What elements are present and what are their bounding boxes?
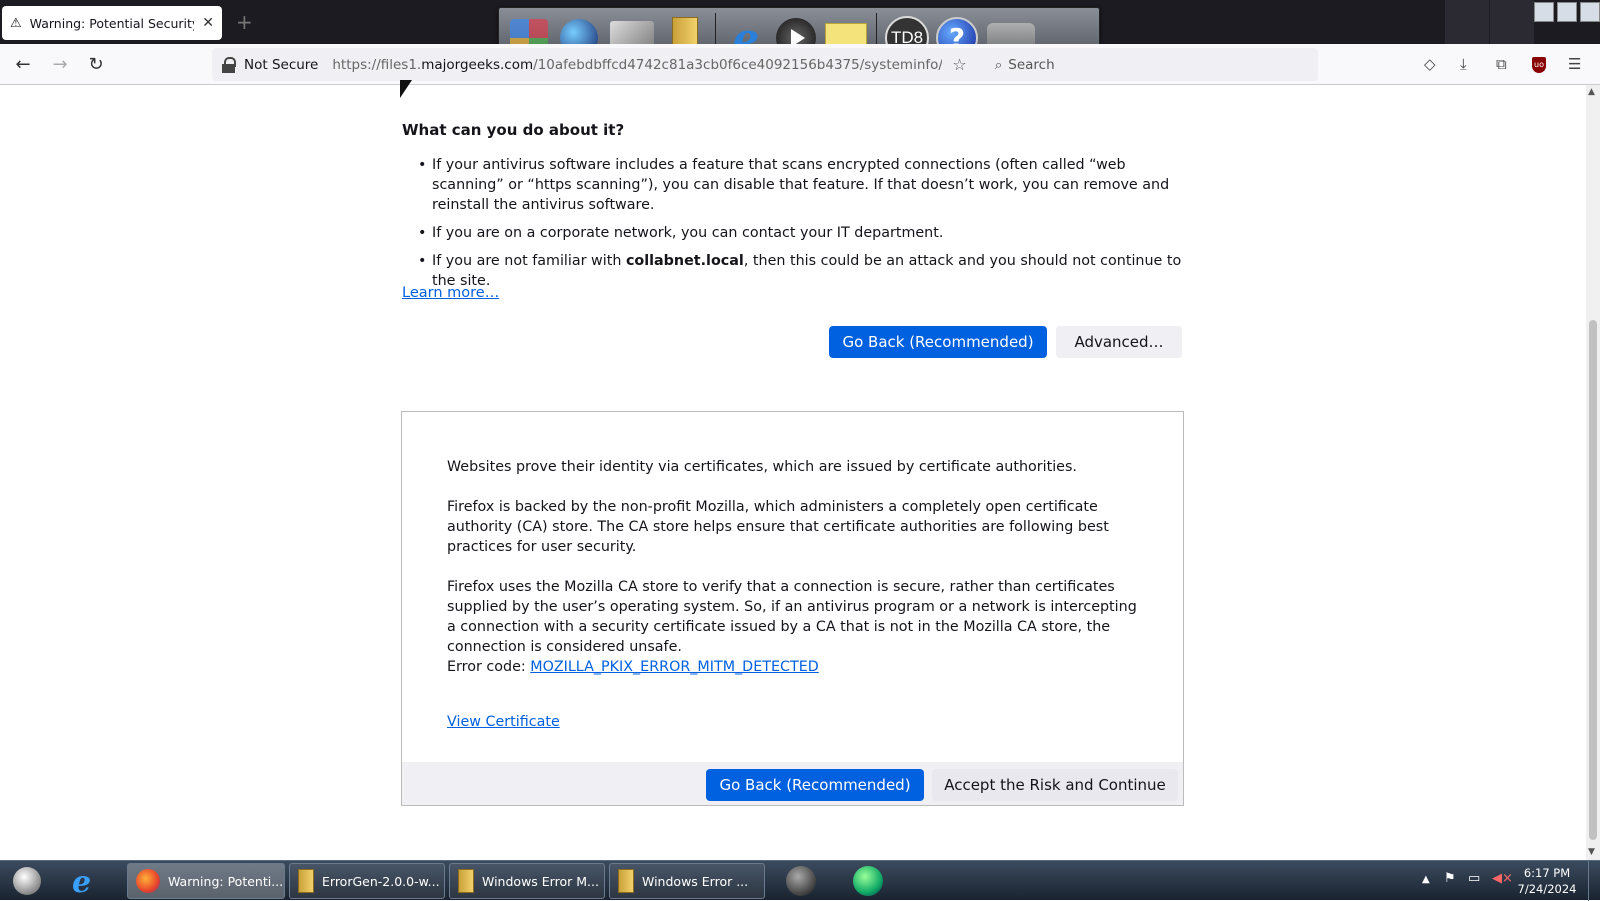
url-bar[interactable]: Not Secure https://files1.majorgeeks.com…: [212, 48, 1318, 81]
accept-risk-button[interactable]: Accept the Risk and Continue: [932, 769, 1178, 801]
tab-title: Warning: Potential Security Risk: [29, 15, 195, 31]
mouse-cursor-icon: [400, 80, 412, 98]
tab-overflow-area: [1445, 0, 1489, 44]
domain-name: collabnet.local: [625, 253, 744, 269]
page-scrollbar[interactable]: ▲ ▼: [1586, 85, 1600, 860]
window-controls: [1534, 2, 1600, 22]
forward-arrow-icon[interactable]: →: [47, 52, 73, 78]
show-desktop-button[interactable]: [1588, 861, 1600, 901]
taskbar-item-windows-error-2[interactable]: Windows Error ...: [609, 863, 765, 899]
error-code-link[interactable]: MOZILLA_PKIX_ERROR_MITM_DETECTED: [530, 659, 819, 675]
taskbar: e Warning: Potenti... ErrorGen-2.0.0-w..…: [0, 860, 1600, 901]
internet-explorer-taskbar-icon[interactable]: e: [72, 865, 91, 900]
download-icon[interactable]: ⤓: [1460, 55, 1467, 73]
green-globe-icon[interactable]: [853, 866, 883, 896]
advanced-paragraph: Websites prove their identity via certif…: [447, 459, 1077, 475]
scroll-down-icon[interactable]: ▼: [1588, 847, 1595, 857]
reload-icon[interactable]: ↻: [83, 52, 109, 78]
start-orb-icon: [13, 867, 41, 895]
view-certificate-link[interactable]: View Certificate: [447, 714, 560, 730]
system-clock[interactable]: 6:17 PM 7/24/2024: [1512, 865, 1582, 897]
minimize-icon[interactable]: [1534, 2, 1554, 22]
pocket-icon[interactable]: ◇: [1424, 55, 1436, 73]
tab-active[interactable]: ⚠ Warning: Potential Security Risk ✕: [2, 6, 222, 40]
search-placeholder: Search: [1008, 56, 1055, 73]
error-code-line: Error code: MOZILLA_PKIX_ERROR_MITM_DETE…: [447, 659, 819, 675]
navigation-toolbar: ← → ↻ Not Secure https://files1.majorgee…: [0, 44, 1600, 85]
warning-icon: ⚠: [10, 15, 22, 31]
ublock-icon[interactable]: uo: [1532, 57, 1546, 73]
tab-close-icon[interactable]: ✕: [202, 15, 214, 31]
menu-hamburger-icon[interactable]: ☰: [1568, 55, 1581, 73]
advanced-paragraph: Firefox is backed by the non-profit Mozi…: [447, 499, 1109, 555]
search-field[interactable]: ⌕ Search: [995, 57, 1055, 73]
search-icon: ⌕: [994, 56, 1003, 73]
tray-expand-icon[interactable]: ▲: [1422, 874, 1430, 885]
start-button[interactable]: [4, 863, 50, 899]
scrollbar-thumb[interactable]: [1589, 320, 1597, 840]
scroll-up-icon[interactable]: ▲: [1588, 87, 1595, 97]
advanced-button[interactable]: Advanced…: [1056, 326, 1182, 358]
clock-date: 7/24/2024: [1517, 882, 1577, 896]
go-back-button-bottom[interactable]: Go Back (Recommended): [706, 769, 924, 801]
url-text[interactable]: https://files1.majorgeeks.com/10afebdbff…: [332, 57, 942, 73]
firefox-icon: [136, 869, 160, 893]
clock-time: 6:17 PM: [1523, 866, 1571, 880]
tip-item: If you are on a corporate network, you c…: [418, 223, 1192, 243]
tip-item: If your antivirus software includes a fe…: [418, 155, 1192, 215]
close-window-icon[interactable]: [1580, 2, 1600, 22]
not-secure-label[interactable]: Not Secure: [244, 57, 318, 73]
go-back-button[interactable]: Go Back (Recommended): [829, 326, 1047, 358]
error-page: What can you do about it? If your antivi…: [0, 85, 1586, 860]
extensions-icon[interactable]: ⧉: [1496, 55, 1507, 73]
folder-icon: [298, 869, 314, 893]
tips-list: If your antivirus software includes a fe…: [418, 155, 1192, 299]
insecure-lock-icon[interactable]: [222, 56, 236, 73]
advanced-panel: Websites prove their identity via certif…: [401, 411, 1184, 806]
taskbar-item-firefox[interactable]: Warning: Potenti...: [127, 863, 285, 899]
folder-icon: [458, 869, 474, 893]
taskbar-item-windows-error-1[interactable]: Windows Error M...: [449, 863, 605, 899]
volume-muted-icon[interactable]: ◀×: [1492, 871, 1513, 886]
network-tray-icon[interactable]: ▭: [1468, 871, 1480, 886]
page-heading: What can you do about it?: [402, 121, 625, 139]
action-center-flag-icon[interactable]: ⚑: [1444, 871, 1456, 886]
taskbar-item-errorgen[interactable]: ErrorGen-2.0.0-w...: [289, 863, 445, 899]
maximize-icon[interactable]: [1557, 2, 1577, 22]
tip-item: If you are not familiar with collabnet.l…: [418, 251, 1192, 291]
new-tab-button[interactable]: +: [236, 10, 253, 34]
learn-more-link[interactable]: Learn more…: [402, 285, 499, 301]
media-ball-icon[interactable]: [786, 866, 816, 896]
back-arrow-icon[interactable]: ←: [10, 52, 36, 78]
view-certificate-line: View Certificate: [447, 712, 1137, 732]
tab-list-area: [1490, 0, 1534, 44]
folder-icon: [618, 869, 634, 893]
bookmark-star-icon[interactable]: ☆: [952, 55, 966, 74]
advanced-paragraph: Firefox uses the Mozilla CA store to ver…: [447, 579, 1137, 655]
